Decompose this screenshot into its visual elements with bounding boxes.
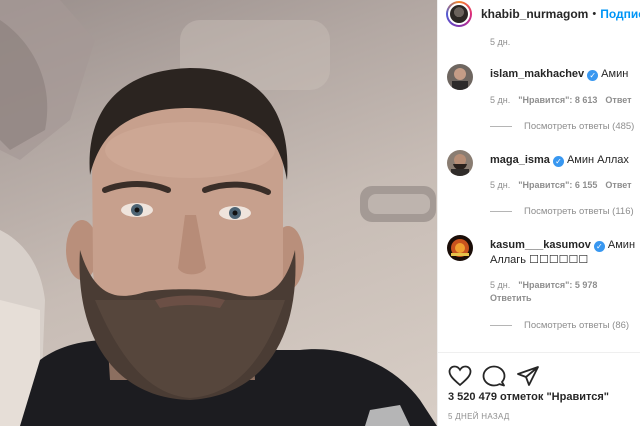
- verified-badge-icon: ✓: [593, 241, 605, 252]
- commenter-username[interactable]: maga_isma: [490, 154, 550, 166]
- comment-text: Амин Аллах: [566, 154, 629, 166]
- comment-text: Амин: [601, 68, 629, 80]
- comment-likes[interactable]: "Нравится": 8 613: [518, 95, 597, 105]
- post-timestamp: 5 ДНЕЙ НАЗАД: [448, 412, 510, 421]
- comment-icon[interactable]: [482, 365, 506, 387]
- commenter-avatar[interactable]: [447, 235, 473, 261]
- comment-likes[interactable]: "Нравится": 5 978: [518, 280, 597, 290]
- replies-divider: [490, 126, 512, 127]
- post-photo: [0, 0, 437, 426]
- commenter-username[interactable]: kasum___kasumov: [490, 239, 591, 251]
- heart-icon[interactable]: [448, 365, 472, 387]
- comment-age: 5 дн.: [490, 280, 511, 290]
- verified-badge-icon: ✓: [587, 70, 599, 81]
- follow-button[interactable]: Подпис: [600, 7, 640, 21]
- comment-likes[interactable]: "Нравится": 6 155: [518, 180, 597, 190]
- header-separator: •: [592, 8, 597, 20]
- post-header: khabib_nurmagom • Подпис: [438, 0, 640, 28]
- post-sidebar: khabib_nurmagom • Подпис 5 дн. islam_mak…: [437, 0, 640, 426]
- view-replies-label: Посмотреть ответы (116): [524, 206, 634, 217]
- reply-button[interactable]: Ответить: [490, 293, 532, 303]
- view-replies-button[interactable]: Посмотреть ответы (485): [490, 121, 634, 132]
- view-replies-label: Посмотреть ответы (86): [524, 320, 630, 331]
- author-avatar[interactable]: [446, 1, 472, 27]
- replies-divider: [490, 211, 512, 212]
- author-username[interactable]: khabib_nurmagom: [481, 7, 588, 21]
- verified-badge-icon: ✓: [552, 156, 564, 167]
- comment-age: 5 дн.: [490, 180, 511, 190]
- view-replies-button[interactable]: Посмотреть ответы (116): [490, 206, 634, 217]
- comment-text: Амин: [607, 239, 636, 251]
- view-replies-label: Посмотреть ответы (485): [524, 121, 635, 132]
- previous-comment-age: 5 дн.: [490, 37, 511, 47]
- comment-text-continued: Аллагь ☐☐☐☐☐☐: [490, 254, 589, 266]
- comment-age: 5 дн.: [490, 95, 511, 105]
- view-replies-button[interactable]: Посмотреть ответы (86): [490, 320, 629, 331]
- commenter-username[interactable]: islam_makhachev: [490, 68, 584, 80]
- reply-button[interactable]: Ответ: [605, 95, 631, 105]
- commenter-avatar[interactable]: [447, 64, 473, 90]
- replies-divider: [490, 325, 512, 326]
- selfie-illustration: [0, 0, 437, 426]
- send-icon[interactable]: [516, 365, 540, 387]
- like-count[interactable]: 3 520 479 отметок "Нравится": [448, 391, 609, 403]
- commenter-avatar[interactable]: [447, 150, 473, 176]
- reply-button[interactable]: Ответ: [605, 180, 631, 190]
- post-actions: 3 520 479 отметок "Нравится": [438, 352, 640, 412]
